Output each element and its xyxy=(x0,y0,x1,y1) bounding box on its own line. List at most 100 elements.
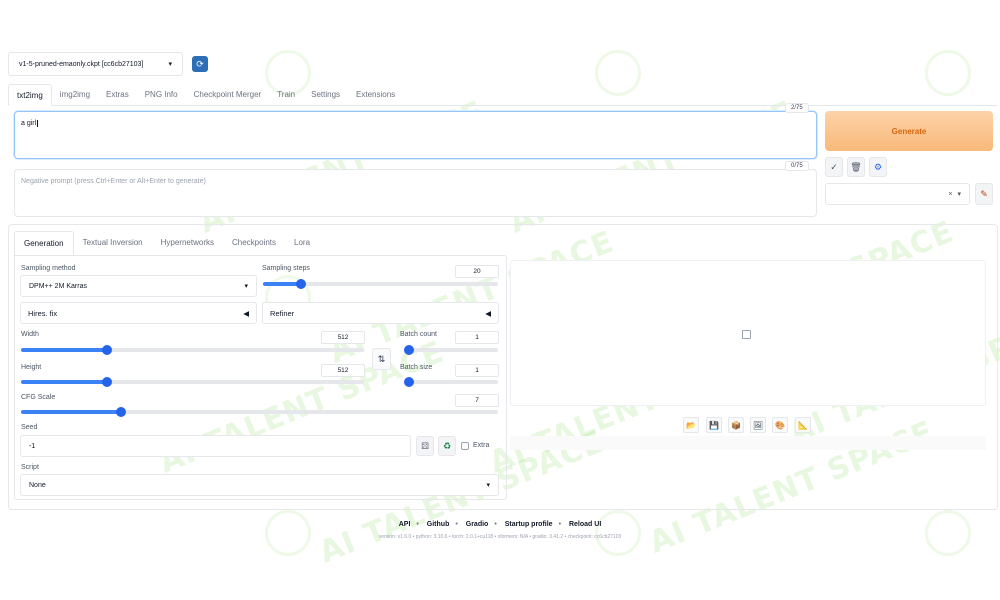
save-icon: 💾 xyxy=(709,420,719,430)
height-slider[interactable] xyxy=(21,377,364,387)
batch-count-input[interactable]: 1 xyxy=(455,331,499,344)
zip-button[interactable]: 📦 xyxy=(728,417,744,433)
refiner-accordion[interactable]: Refiner ◀ xyxy=(262,302,499,324)
slider-thumb[interactable] xyxy=(404,377,414,387)
tab-extensions[interactable]: Extensions xyxy=(348,84,403,106)
width-slider[interactable] xyxy=(21,345,364,355)
generation-subtabs: Generation Textual Inversion Hypernetwor… xyxy=(14,231,319,255)
gear-icon: ⚙ xyxy=(873,161,883,172)
clear-prompt-button[interactable]: 🗑 xyxy=(847,157,865,177)
tab-checkpoint-merger[interactable]: Checkpoint Merger xyxy=(186,84,270,106)
batch-size-input[interactable]: 1 xyxy=(455,364,499,377)
sampling-method-select[interactable]: DPM++ 2M Karras ▾ xyxy=(20,275,257,297)
negative-prompt-placeholder: Negative prompt (press Ctrl+Enter or Alt… xyxy=(21,178,206,185)
apply-styles-button[interactable]: ✓ xyxy=(825,157,843,177)
recycle-icon: ♻ xyxy=(442,440,452,451)
checkpoint-select[interactable]: v1-5-pruned-emaonly.ckpt [cc6cb27103] ▾ xyxy=(8,52,183,76)
footer-version-info: version: v1.6.0 • python: 3.10.6 • torch… xyxy=(378,534,622,540)
dice-icon: ⚄ xyxy=(421,440,429,451)
tab-txt2img[interactable]: txt2img xyxy=(8,84,52,106)
seed-label: Seed xyxy=(21,424,38,431)
height-label: Height xyxy=(21,364,42,371)
hires-fix-label: Hires. fix xyxy=(28,308,58,318)
random-seed-button[interactable]: ⚄ xyxy=(416,436,434,456)
batch-size-label: Batch size xyxy=(400,364,433,371)
refiner-label: Refiner xyxy=(270,308,295,318)
script-label: Script xyxy=(21,464,39,471)
ruler-icon: 📐 xyxy=(798,420,808,430)
footer-links: API • Github • Gradio • Startup profile • Re… xyxy=(398,521,602,528)
watermark-logo-icon xyxy=(925,510,971,556)
triangle-left-icon: ◀ xyxy=(243,308,249,318)
tab-img2img[interactable]: img2img xyxy=(52,84,98,106)
cfg-scale-slider[interactable] xyxy=(21,407,498,417)
sampling-steps-input[interactable]: 20 xyxy=(455,265,499,278)
prompt-text: a girl xyxy=(21,120,37,127)
chevron-down-icon: ▾ xyxy=(244,283,248,290)
picture-icon: 🖼 xyxy=(752,420,764,430)
tab-extras[interactable]: Extras xyxy=(98,84,137,106)
refresh-icon: ⟳ xyxy=(196,58,204,69)
cfg-scale-input[interactable]: 7 xyxy=(455,394,499,407)
tab-settings[interactable]: Settings xyxy=(303,84,348,106)
sampling-steps-slider[interactable] xyxy=(263,279,498,289)
styles-select[interactable]: × ▾ xyxy=(825,183,970,205)
refresh-checkpoint-button[interactable]: ⟳ xyxy=(192,56,208,72)
tab-train[interactable]: Train xyxy=(269,84,303,106)
send-to-inpaint-button[interactable]: 🎨 xyxy=(772,417,788,433)
slider-fill xyxy=(263,282,301,286)
watermark-logo-icon xyxy=(595,510,641,556)
footer-link-gradio[interactable]: Gradio xyxy=(466,521,489,528)
extra-seed-checkbox[interactable] xyxy=(461,442,469,450)
subtab-hypernetworks[interactable]: Hypernetworks xyxy=(152,231,223,255)
sampling-method-label: Sampling method xyxy=(21,265,76,272)
open-folder-button[interactable]: 📂 xyxy=(683,417,699,433)
slider-thumb[interactable] xyxy=(101,377,112,387)
negative-prompt-input[interactable]: Negative prompt (press Ctrl+Enter or Alt… xyxy=(14,169,817,217)
palette-icon: 🎨 xyxy=(775,420,785,430)
tab-png-info[interactable]: PNG Info xyxy=(137,84,186,106)
chevron-down-icon: ▾ xyxy=(486,482,490,489)
slider-thumb[interactable] xyxy=(101,345,112,355)
chevron-down-icon: ▾ xyxy=(957,191,961,198)
send-to-extras-button[interactable]: 📐 xyxy=(795,417,811,433)
generate-button[interactable]: Generate xyxy=(825,111,993,151)
batch-size-slider[interactable] xyxy=(404,377,498,387)
slider-thumb[interactable] xyxy=(295,279,306,289)
close-icon[interactable]: × xyxy=(948,191,952,198)
check-icon: ✓ xyxy=(830,161,838,172)
subtab-checkpoints[interactable]: Checkpoints xyxy=(223,231,285,255)
footer-link-startup-profile[interactable]: Startup profile xyxy=(505,521,553,528)
save-button[interactable]: 💾 xyxy=(706,417,722,433)
footer-link-api[interactable]: API xyxy=(399,521,411,528)
slider-fill xyxy=(21,410,122,414)
send-to-img2img-button[interactable]: 🖼 xyxy=(750,417,766,433)
package-icon: 📦 xyxy=(731,420,741,430)
footer-link-github[interactable]: Github xyxy=(427,521,450,528)
hires-fix-accordion[interactable]: Hires. fix ◀ xyxy=(20,302,257,324)
generate-label: Generate xyxy=(891,126,927,136)
generation-info-area xyxy=(510,436,986,450)
extra-networks-button[interactable]: ⚙ xyxy=(869,157,887,177)
image-placeholder-icon xyxy=(742,330,751,339)
batch-count-slider[interactable] xyxy=(404,345,498,355)
seed-input[interactable]: -1 xyxy=(20,435,411,457)
swap-dimensions-button[interactable]: ⇅ xyxy=(372,348,391,370)
script-value: None xyxy=(29,481,46,489)
subtab-generation[interactable]: Generation xyxy=(14,231,74,255)
width-input[interactable]: 512 xyxy=(321,331,365,344)
seed-value: -1 xyxy=(29,442,36,450)
edit-styles-button[interactable]: ✎ xyxy=(975,183,993,205)
prompt-input[interactable]: a girl xyxy=(14,111,817,159)
script-select[interactable]: None ▾ xyxy=(20,474,499,496)
slider-fill xyxy=(21,380,107,384)
subtab-lora[interactable]: Lora xyxy=(285,231,319,255)
slider-thumb[interactable] xyxy=(404,345,414,355)
batch-count-label: Batch count xyxy=(400,331,437,338)
extra-seed-label: Extra xyxy=(473,442,490,449)
cfg-scale-label: CFG Scale xyxy=(21,394,56,401)
subtab-textual-inversion[interactable]: Textual Inversion xyxy=(74,231,152,255)
height-input[interactable]: 512 xyxy=(321,364,365,377)
reuse-seed-button[interactable]: ♻ xyxy=(438,436,456,456)
footer-link-reload-ui[interactable]: Reload UI xyxy=(569,521,601,528)
